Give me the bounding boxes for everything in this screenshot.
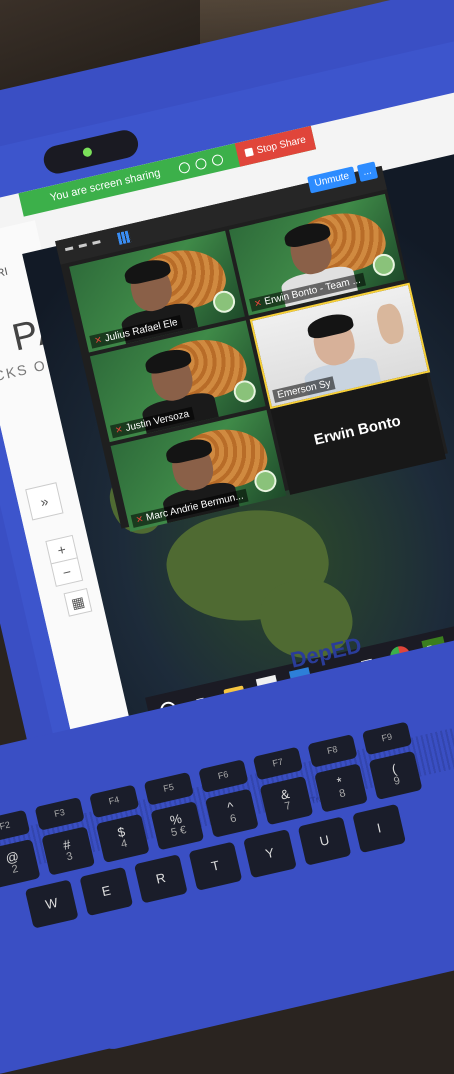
minimize-icon[interactable] [64, 246, 74, 252]
key[interactable]: W [24, 879, 79, 929]
key[interactable]: #3 [41, 826, 96, 876]
key-char: 5 € [169, 824, 188, 840]
key[interactable]: $4 [95, 813, 150, 864]
stop-share-label: Stop Share [255, 133, 307, 156]
key[interactable]: * 8 [314, 763, 368, 813]
mic-muted-icon: ✕ [93, 334, 104, 346]
key[interactable]: T [188, 841, 243, 891]
key-char: 9 [392, 774, 402, 788]
mic-muted-icon: ✕ [253, 297, 263, 309]
display: You are screen sharing Stop Share mMAHAR… [0, 90, 454, 750]
share-banner-text: You are screen sharing [48, 167, 162, 205]
mic-muted-icon: ✕ [134, 513, 145, 526]
share-status-icons [177, 150, 239, 174]
key-char: 3 [65, 850, 74, 864]
key-char: 8 [338, 787, 347, 801]
key-char: 2 [10, 862, 20, 876]
key[interactable]: U [297, 816, 352, 866]
key[interactable]: (9 [368, 750, 423, 801]
key[interactable]: ^ 6 [205, 788, 259, 838]
stop-share-button[interactable]: Stop Share [234, 125, 317, 167]
stop-icon [244, 147, 254, 158]
key[interactable]: I [352, 803, 407, 854]
key[interactable]: & 7 [259, 775, 314, 826]
key[interactable]: E [79, 866, 134, 917]
gallery-view-icon[interactable] [116, 230, 132, 245]
key[interactable]: R [133, 854, 188, 904]
key-char: 7 [283, 799, 293, 813]
key[interactable]: F2 [0, 809, 31, 844]
minimize-icon[interactable] [92, 240, 101, 245]
key-char: 6 [228, 812, 238, 826]
key-char: 4 [119, 837, 129, 851]
key[interactable]: @2 [0, 838, 41, 889]
key[interactable]: % 5 € [150, 801, 205, 851]
waving-hand [374, 301, 407, 347]
camera-off-name: Erwin Bonto [312, 412, 403, 449]
mic-muted-icon: ✕ [114, 423, 124, 436]
minimize-icon[interactable] [78, 243, 88, 248]
key[interactable]: Y [243, 828, 297, 879]
